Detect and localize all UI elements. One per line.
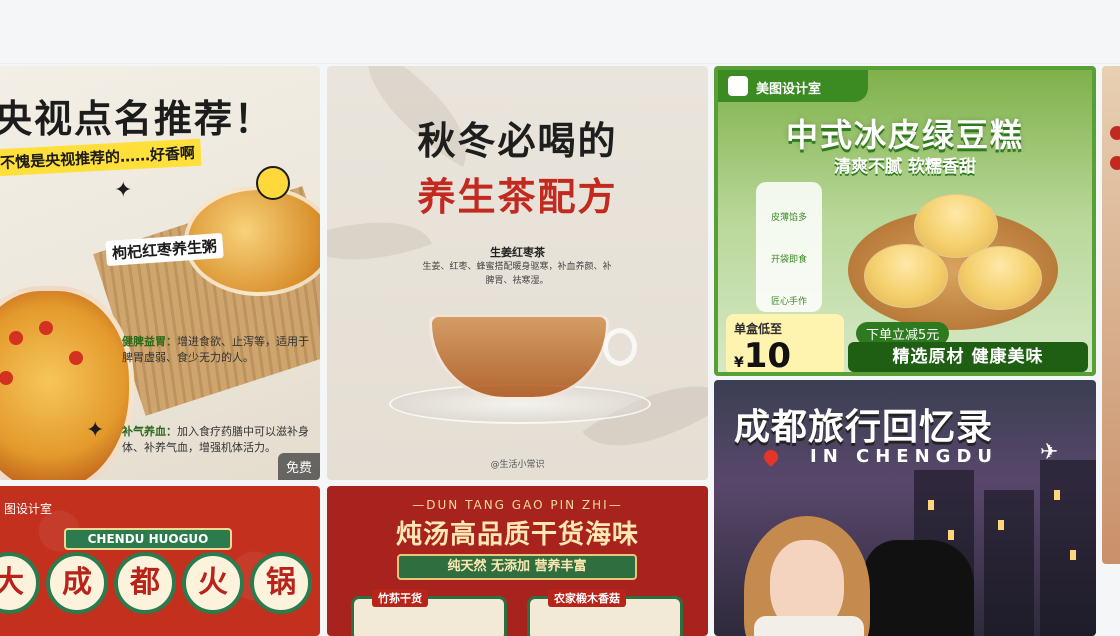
sparkle-icon: ✦ xyxy=(86,418,105,443)
product-box: 农家椴木香菇 xyxy=(527,589,683,636)
building-image xyxy=(984,490,1034,636)
char-circle: 成 xyxy=(46,552,108,614)
template-card-partial[interactable] xyxy=(1102,66,1120,564)
brand-logo-icon xyxy=(728,76,748,96)
title-line-1: 秋冬必喝的 xyxy=(417,118,618,163)
airplane-icon: ✈ xyxy=(1040,440,1059,465)
location-pin-icon xyxy=(761,447,781,467)
template-card-chengdu-travel[interactable]: 成都旅行回忆录 IN CHENGDU ✈ xyxy=(714,380,1096,636)
feature-item: 匠心手作 xyxy=(770,297,807,307)
card-subtitle: IN CHENGDU xyxy=(810,446,998,467)
recipe-name: 生姜红枣茶 xyxy=(490,246,545,259)
card-title: 成都旅行回忆录 xyxy=(734,407,994,448)
card-title: 中式冰皮绿豆糕 xyxy=(785,116,1024,154)
free-badge: 免费 xyxy=(277,453,320,480)
title-line-2: 养生茶配方 xyxy=(417,174,618,219)
feature-item: 皮薄馅多 xyxy=(770,213,807,223)
char-circle: 锅 xyxy=(250,552,312,614)
cake-image xyxy=(864,244,948,308)
char-circle: 火 xyxy=(182,552,244,614)
product-box: 竹荪干货 xyxy=(351,589,507,636)
person-scarf xyxy=(754,616,864,636)
card-title: 炖汤高品质干货海味 xyxy=(395,520,639,550)
note-1-head: 健脾益胃： xyxy=(122,335,177,348)
card-subtitle: 不愧是央视推荐的……好香啊 xyxy=(0,138,202,177)
ribbon-label: CHENDU HUOGUO xyxy=(64,528,232,550)
card-title: 央视点名推荐！ xyxy=(0,99,275,141)
product-label: 农家椴木香菇 xyxy=(548,589,626,607)
price-label: 单盒低至 xyxy=(734,322,783,336)
cake-image xyxy=(958,246,1042,310)
note-2-head: 补气养血： xyxy=(122,425,177,438)
template-card-cctv-recommend[interactable]: 央视点名推荐！ 不愧是央视推荐的……好香啊 ✦ ✦ 枸杞红枣养生粥 健脾益胃：增… xyxy=(0,66,320,480)
top-bar xyxy=(0,0,1120,64)
note-1: 健脾益胃：增进食欲、止泻等，适用于脾胃虚弱、食少无力的人。 xyxy=(122,334,312,366)
brand-name: 美图设计室 xyxy=(756,82,822,97)
char-circle: 大 xyxy=(0,552,40,614)
price-box: 单盒低至 ¥10 xyxy=(726,314,844,376)
price-value: ¥10 xyxy=(734,336,792,376)
feature-list: 皮薄馅多 开袋即食 匠心手作 xyxy=(756,182,822,312)
cup-handle xyxy=(603,328,637,366)
char-circle: 都 xyxy=(114,552,176,614)
building-image xyxy=(1040,460,1096,636)
template-card-health-tea[interactable]: 秋冬必喝的 养生茶配方 生姜红枣茶 生姜、红枣、蜂蜜搭配暖身驱寒，补血养颜、补脾… xyxy=(327,66,708,480)
brand-name: 图设计室 xyxy=(4,502,53,516)
product-label: 竹荪干货 xyxy=(372,589,428,607)
smile-icon xyxy=(256,166,290,200)
credit-text: @生活小常识 xyxy=(490,460,545,470)
sparkle-icon: ✦ xyxy=(114,178,133,203)
person-coat xyxy=(864,540,974,636)
note-2: 补气养血：加入食疗药膳中可以滋补身体、补养气血，增强机体活力。 xyxy=(122,424,312,456)
feature-item: 开袋即食 xyxy=(770,255,807,265)
card-subtitle: 清爽不腻 软糯香甜 xyxy=(834,157,976,177)
template-card-chengdu-hotpot[interactable]: 图设计室 CHENDU HUOGUO 大 成 都 火 锅 xyxy=(0,486,320,636)
recipe-description: 生姜、红枣、蜂蜜搭配暖身驱寒，补血养颜、补脾胃、祛寒湿。 xyxy=(422,262,612,286)
template-card-mung-bean-cake[interactable]: 美图设计室 中式冰皮绿豆糕 清爽不腻 软糯香甜 皮薄馅多 开袋即食 匠心手作 单… xyxy=(714,66,1096,376)
ribbon-label: 纯天然 无添加 营养丰富 xyxy=(397,554,637,580)
pinyin-header: —DUN TANG GAO PIN ZHI— xyxy=(412,498,623,512)
slogan-bar: 精选原材 健康美味 xyxy=(848,342,1088,372)
template-card-dried-seafood[interactable]: —DUN TANG GAO PIN ZHI— 炖汤高品质干货海味 纯天然 无添加… xyxy=(327,486,708,636)
